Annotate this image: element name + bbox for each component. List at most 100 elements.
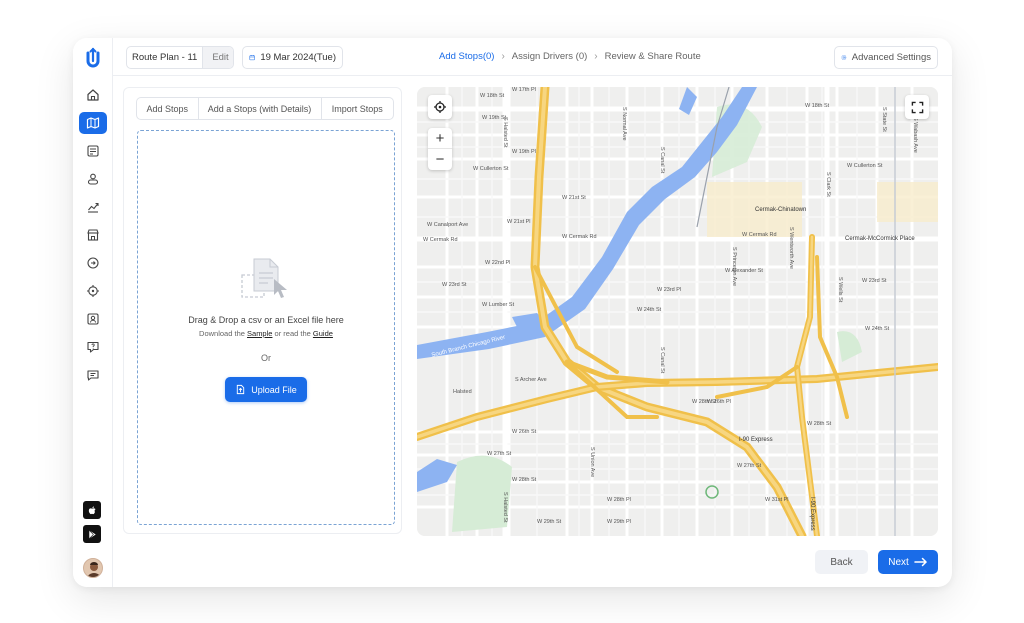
nav-integrations[interactable] xyxy=(79,252,107,274)
dropzone-title: Drag & Drop a csv or an Excel file here xyxy=(188,315,344,325)
location-target-icon xyxy=(87,285,99,297)
chevron-right-icon: › xyxy=(594,51,598,62)
back-label: Back xyxy=(830,556,853,568)
upload-label: Upload File xyxy=(251,384,297,395)
upload-icon xyxy=(237,384,245,395)
locate-me-button[interactable] xyxy=(428,95,452,119)
nav-list[interactable] xyxy=(79,140,107,162)
nav-analytics[interactable] xyxy=(79,196,107,218)
contacts-icon xyxy=(87,313,99,325)
map-label: I-90 Express xyxy=(739,437,773,443)
map-label: S Normal Ave xyxy=(621,107,627,141)
map-label: Cermak-McCormick Place xyxy=(845,236,915,242)
nav-chat[interactable] xyxy=(79,364,107,386)
back-button[interactable]: Back xyxy=(815,550,868,574)
zoom-control: + − xyxy=(428,128,452,170)
nav-drivers[interactable] xyxy=(79,168,107,190)
file-dropzone[interactable]: Drag & Drop a csv or an Excel file here … xyxy=(137,130,395,525)
dropzone-help-text: Download the Sample or read the Guide xyxy=(138,329,394,338)
chat-icon xyxy=(87,370,99,381)
sidebar xyxy=(73,38,113,587)
sample-link[interactable]: Sample xyxy=(247,329,272,338)
route-map[interactable]: W 18th St W 17th Pl W 18th St W 19th St … xyxy=(417,87,938,536)
date-value: 19 Mar 2024(Tue) xyxy=(260,52,336,63)
step-review-share[interactable]: Review & Share Route xyxy=(605,51,701,62)
map-label: W 19th Pl xyxy=(512,149,536,155)
nav-help[interactable] xyxy=(79,336,107,358)
app-window: Route Plan - 11 Edit 19 Mar 2024(Tue) Ad… xyxy=(73,38,952,587)
date-picker[interactable]: 19 Mar 2024(Tue) xyxy=(242,46,343,69)
store-icon xyxy=(87,229,99,241)
next-label: Next xyxy=(888,556,909,568)
map-label: W 28th Pl xyxy=(607,497,631,503)
stop-entry-tabs: Add Stops Add a Stops (with Details) Imp… xyxy=(136,97,394,120)
map-label: W 27th St xyxy=(737,463,762,469)
map-label: S Halsted St xyxy=(502,492,508,523)
fullscreen-button[interactable] xyxy=(905,95,929,119)
map-label: W Cullerton St xyxy=(473,166,509,172)
map-label: W 23rd St xyxy=(442,282,467,288)
calendar-icon xyxy=(249,55,255,61)
guide-link[interactable]: Guide xyxy=(313,329,333,338)
map-label: S Clark St xyxy=(825,172,831,197)
route-map-icon xyxy=(86,117,100,129)
map-label: W 24th St xyxy=(865,326,890,332)
upload-file-button[interactable]: Upload File xyxy=(225,377,307,402)
top-bar: Route Plan - 11 Edit 19 Mar 2024(Tue) Ad… xyxy=(113,38,952,76)
home-icon xyxy=(87,89,99,101)
zoom-out-button[interactable]: − xyxy=(428,149,452,170)
map-label: W 28th St xyxy=(807,421,832,427)
map-label: W Canalport Ave xyxy=(427,222,469,228)
map-label: W 28th St xyxy=(512,477,537,483)
route-plan-selector: Route Plan - 11 Edit xyxy=(126,46,234,69)
advanced-settings-button[interactable]: Advanced Settings xyxy=(834,46,938,69)
apple-store-icon[interactable] xyxy=(83,501,101,519)
chevron-right-icon: › xyxy=(501,51,505,62)
map-label: W Cermak Rd xyxy=(562,234,597,240)
map-label: W 26th St xyxy=(512,429,537,435)
avatar[interactable] xyxy=(83,558,103,578)
map-label: S Wentworth Ave xyxy=(788,227,794,269)
list-icon xyxy=(87,145,99,157)
map-label: S State St xyxy=(881,107,887,132)
next-button[interactable]: Next xyxy=(878,550,938,574)
file-upload-icon xyxy=(241,258,287,298)
tab-add-stops-details[interactable]: Add a Stops (with Details) xyxy=(199,98,322,119)
route-plan-name: Route Plan - 11 xyxy=(132,52,198,63)
map-label: S Canal St xyxy=(659,347,665,374)
map-label: S Halsted St xyxy=(502,117,508,148)
step-assign-drivers[interactable]: Assign Drivers (0) xyxy=(512,51,588,62)
crosshair-icon xyxy=(434,101,446,113)
zoom-in-button[interactable]: + xyxy=(428,128,452,149)
download-prefix: Download the xyxy=(199,329,245,338)
map-canvas xyxy=(417,87,938,536)
map-label: W 29th St xyxy=(537,519,562,525)
gear-icon xyxy=(841,55,847,60)
map-label: W 17th Pl xyxy=(512,87,536,93)
map-label: S Union Ave xyxy=(589,447,595,478)
tab-import-stops[interactable]: Import Stops xyxy=(322,98,393,119)
map-label: W 21st St xyxy=(562,195,586,201)
step-add-stops[interactable]: Add Stops(0) xyxy=(439,51,494,62)
integrations-icon xyxy=(87,257,99,269)
nav-contacts[interactable] xyxy=(79,308,107,330)
analytics-icon xyxy=(88,202,99,213)
map-label: S Archer Ave xyxy=(515,377,547,383)
map-label: W 29th Pl xyxy=(607,519,631,525)
app-logo-icon[interactable] xyxy=(81,47,105,71)
map-label: W 22nd Pl xyxy=(485,260,511,266)
map-label: W 27th St xyxy=(487,451,512,457)
map-label: W 21st Pl xyxy=(507,219,531,225)
nav-tracking[interactable] xyxy=(79,280,107,302)
map-label: W 26th Pl xyxy=(707,399,731,405)
edit-button[interactable]: Edit xyxy=(202,47,233,68)
google-play-icon[interactable] xyxy=(83,525,101,543)
map-label: W Cullerton St xyxy=(847,163,883,169)
nav-home[interactable] xyxy=(79,84,107,106)
map-label: W 24th St xyxy=(637,307,662,313)
nav-route-planner[interactable] xyxy=(79,112,107,134)
nav-store[interactable] xyxy=(79,224,107,246)
tab-add-stops[interactable]: Add Stops xyxy=(137,98,199,119)
map-label: W 18th St xyxy=(480,93,505,99)
arrow-right-icon xyxy=(914,557,927,567)
